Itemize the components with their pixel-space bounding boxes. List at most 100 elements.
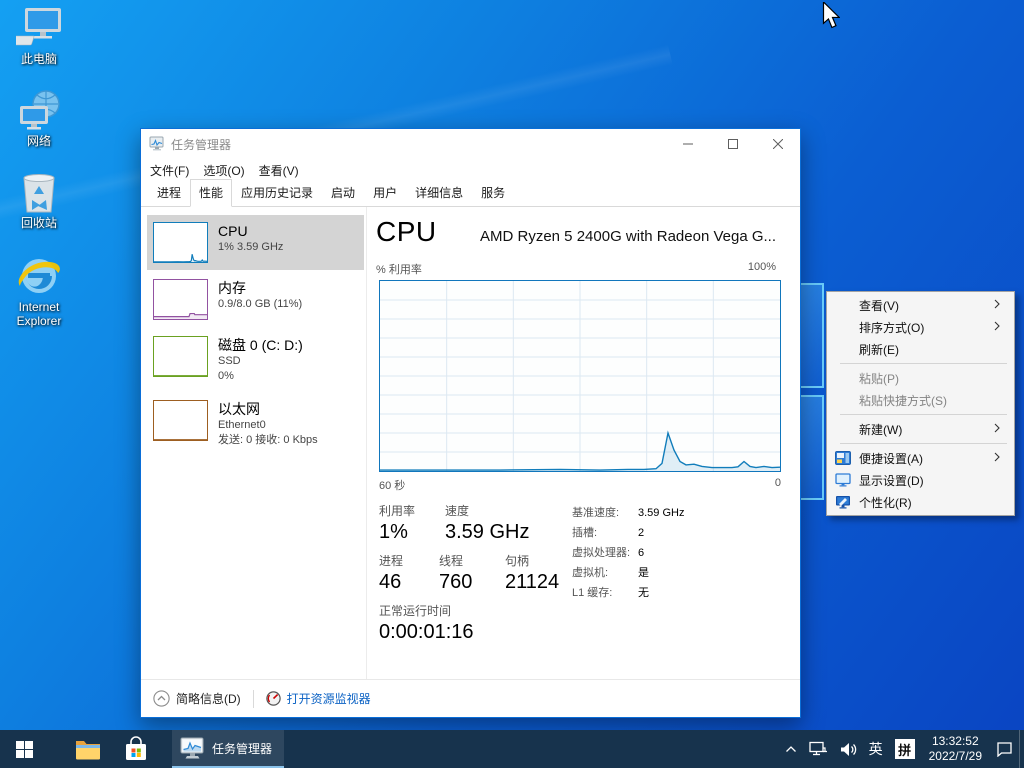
tab-processes[interactable]: 进程: [148, 179, 190, 207]
detail-base-speed-value: 3.59 GHz: [638, 503, 684, 523]
action-center-icon: [996, 741, 1013, 757]
stat-threads-value: 760: [439, 569, 491, 595]
task-manager-window: 任务管理器 文件(F) 选项(O) 查看(V) 进程 性能 应用历史记录 启动 …: [140, 128, 801, 718]
performance-sidebar: CPU 1% 3.59 GHz 内存 0.9/8.0 GB (11%) 磁盘: [141, 207, 367, 679]
tab-strip: 进程 性能 应用历史记录 启动 用户 详细信息 服务: [141, 182, 800, 207]
sidebar-ethernet-stats: 发送: 0 接收: 0 Kbps: [218, 433, 318, 448]
taskbar: 任务管理器 英 拼 13:32:52 2022/7/29: [0, 730, 1024, 768]
sidebar-cpu-stats: 1% 3.59 GHz: [218, 240, 283, 255]
maximize-button[interactable]: [710, 129, 755, 159]
file-explorer-icon: [75, 738, 101, 760]
menu-file[interactable]: 文件(F): [150, 162, 189, 179]
show-desktop-button[interactable]: [1019, 730, 1024, 768]
context-menu-separator: [840, 363, 1007, 364]
desktop-icon-internet-explorer[interactable]: Internet Explorer: [2, 252, 76, 328]
open-resource-monitor-link[interactable]: 打开资源监视器: [266, 690, 371, 707]
desktop-icon-this-pc[interactable]: 此电脑: [2, 6, 76, 66]
tab-app-history[interactable]: 应用历史记录: [232, 179, 322, 207]
sidebar-item-ethernet[interactable]: 以太网 Ethernet0 发送: 0 接收: 0 Kbps: [147, 393, 364, 455]
desktop-icon-network[interactable]: 网络: [2, 88, 76, 148]
menu-view[interactable]: 查看(V): [259, 162, 299, 179]
tab-startup[interactable]: 启动: [322, 179, 364, 207]
tray-volume-icon[interactable]: [834, 730, 863, 768]
clock-time: 13:32:52: [929, 734, 982, 749]
chart-x-right-label: 0: [775, 477, 781, 493]
stat-uptime-value: 0:00:01:16: [379, 619, 615, 645]
sidebar-ethernet-title: 以太网: [218, 400, 318, 418]
disk-thumbnail-chart: [153, 336, 208, 377]
sidebar-memory-stats: 0.9/8.0 GB (11%): [218, 297, 302, 312]
stat-handles-value: 21124: [505, 569, 559, 595]
desktop-icon-label: Internet Explorer: [2, 300, 76, 328]
quick-settings-icon: [835, 451, 851, 465]
task-manager-footer: 简略信息(D) 打开资源监视器: [141, 679, 800, 717]
stat-uptime-label: 正常运行时间: [379, 603, 615, 619]
taskbar-task-manager-button[interactable]: 任务管理器: [172, 730, 284, 768]
stat-speed-label: 速度: [445, 503, 529, 519]
task-manager-taskbar-icon: [180, 736, 205, 760]
tray-input-language[interactable]: 英: [863, 730, 889, 768]
menu-options[interactable]: 选项(O): [203, 162, 244, 179]
cpu-device-name: AMD Ryzen 5 2400G with Radeon Vega G...: [437, 228, 776, 245]
detail-virtual-processors-label: 虚拟处理器:: [572, 543, 638, 563]
action-center-button[interactable]: [990, 730, 1019, 768]
desktop-icon-label: 此电脑: [2, 52, 76, 66]
tab-services[interactable]: 服务: [472, 179, 514, 207]
context-menu-view[interactable]: 查看(V): [827, 294, 1014, 316]
summary-view-toggle[interactable]: 简略信息(D): [153, 690, 241, 707]
tab-details[interactable]: 详细信息: [406, 179, 472, 207]
submenu-arrow-icon: [994, 423, 1000, 433]
taskbar-store-button[interactable]: [112, 730, 160, 768]
tab-performance[interactable]: 性能: [190, 179, 232, 207]
context-menu-sort-by[interactable]: 排序方式(O): [827, 316, 1014, 338]
sidebar-item-memory[interactable]: 内存 0.9/8.0 GB (11%): [147, 272, 364, 327]
detail-l1-cache-value: 无: [638, 583, 649, 603]
sidebar-item-disk[interactable]: 磁盘 0 (C: D:) SSD 0%: [147, 329, 364, 391]
sidebar-cpu-title: CPU: [218, 222, 283, 240]
submenu-arrow-icon: [994, 321, 1000, 331]
context-menu-paste-shortcut: 粘贴快捷方式(S): [827, 389, 1014, 411]
context-menu-quick-settings[interactable]: 便捷设置(A): [827, 447, 1014, 469]
context-menu-display-settings[interactable]: 显示设置(D): [827, 469, 1014, 491]
mouse-cursor: [822, 2, 840, 29]
sidebar-item-cpu[interactable]: CPU 1% 3.59 GHz: [147, 215, 364, 270]
title-bar[interactable]: 任务管理器: [141, 129, 800, 159]
stat-processes-label: 进程: [379, 553, 425, 569]
collapse-circle-icon: [153, 690, 170, 707]
footer-divider: [253, 690, 254, 708]
minimize-button[interactable]: [665, 129, 710, 159]
context-menu-personalize[interactable]: 个性化(R): [827, 491, 1014, 513]
this-pc-icon: [16, 6, 62, 50]
cpu-utilization-chart: [379, 280, 781, 472]
display-settings-icon: [835, 473, 851, 487]
desktop-icon-recycle-bin[interactable]: 回收站: [2, 170, 76, 230]
desktop-icon-label: 网络: [2, 134, 76, 148]
start-button[interactable]: [0, 730, 48, 768]
sidebar-memory-title: 内存: [218, 279, 302, 297]
microsoft-store-icon: [124, 736, 148, 762]
sidebar-ethernet-adapter: Ethernet0: [218, 418, 318, 433]
wallpaper-logo-pane: [797, 283, 824, 388]
desktop-context-menu: 查看(V) 排序方式(O) 刷新(E) 粘贴(P) 粘贴快捷方式(S) 新建(W…: [826, 291, 1015, 516]
system-tray: 英 拼 13:32:52 2022/7/29: [779, 730, 1024, 768]
detail-base-speed-label: 基准速度:: [572, 503, 638, 523]
close-button[interactable]: [755, 129, 800, 159]
detail-sockets-value: 2: [638, 523, 644, 543]
tab-users[interactable]: 用户: [364, 179, 406, 207]
tray-clock[interactable]: 13:32:52 2022/7/29: [921, 734, 990, 764]
stat-utilization-label: 利用率: [379, 503, 431, 519]
taskbar-file-explorer-button[interactable]: [64, 730, 112, 768]
tray-network-icon[interactable]: [803, 730, 834, 768]
context-menu-new[interactable]: 新建(W): [827, 418, 1014, 440]
tray-ime-mode[interactable]: 拼: [889, 730, 921, 768]
sidebar-disk-title: 磁盘 0 (C: D:): [218, 336, 303, 354]
submenu-arrow-icon: [994, 299, 1000, 309]
context-menu-paste: 粘贴(P): [827, 367, 1014, 389]
network-icon: [16, 88, 62, 132]
performance-heading: CPU: [376, 216, 437, 248]
context-menu-refresh[interactable]: 刷新(E): [827, 338, 1014, 360]
tray-overflow-chevron[interactable]: [779, 730, 803, 768]
chevron-up-icon: [785, 745, 797, 753]
desktop-icon-column: 此电脑 网络 回收站 Internet Explorer: [2, 6, 76, 350]
recycle-bin-icon: [18, 170, 60, 214]
